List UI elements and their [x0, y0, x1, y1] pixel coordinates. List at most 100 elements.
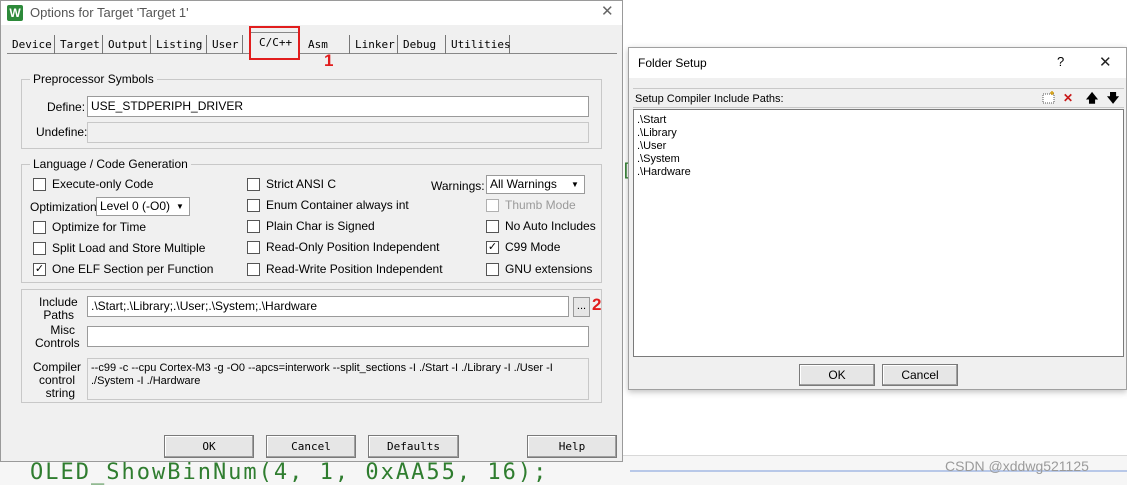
define-label: Define:: [47, 100, 86, 114]
no-auto-includes-checkbox[interactable]: No Auto Includes: [486, 218, 596, 234]
include-paths-header-label: Setup Compiler Include Paths:: [635, 93, 784, 105]
tab-target[interactable]: Target: [55, 35, 103, 54]
enum-container-label: Enum Container always int: [266, 198, 409, 212]
define-field[interactable]: USE_STDPERIPH_DRIVER: [87, 96, 589, 117]
plain-char-signed-checkbox[interactable]: Plain Char is Signed: [247, 218, 375, 234]
ok-button[interactable]: OK: [164, 435, 254, 458]
include-paths-browse-button[interactable]: ...: [573, 297, 590, 317]
split-load-store-checkbox[interactable]: Split Load and Store Multiple: [33, 240, 205, 256]
optimization-value: Level 0 (-O0): [100, 199, 171, 213]
new-folder-icon[interactable]: [1041, 91, 1057, 106]
warnings-select[interactable]: All Warnings ▼: [486, 175, 585, 194]
string-label-line: string: [45, 386, 75, 400]
checkbox-box: [33, 177, 46, 191]
tab-device[interactable]: Device: [7, 35, 55, 54]
folder-setup-title-bar: Folder Setup ? ✕: [629, 48, 1126, 78]
chevron-down-icon: ▼: [176, 202, 184, 211]
move-down-icon[interactable]: 🡇: [1105, 91, 1121, 106]
editor-code-line: OLED_ShowBinNum(4, 1, 0xAA55, 16);: [30, 460, 549, 485]
optimize-time-checkbox[interactable]: Optimize for Time: [33, 219, 146, 235]
strict-ansi-label: Strict ANSI C: [266, 177, 337, 191]
checkbox-box: [486, 219, 499, 233]
split-load-store-label: Split Load and Store Multiple: [52, 241, 206, 255]
include-paths-field[interactable]: .\Start;.\Library;.\User;.\System;.\Hard…: [87, 296, 569, 317]
check-mark-icon: ✓: [33, 262, 46, 276]
c99-mode-checkbox[interactable]: ✓ C99 Mode: [486, 239, 560, 255]
close-icon[interactable]: ✕: [1099, 53, 1112, 71]
strict-ansi-checkbox[interactable]: Strict ANSI C: [247, 176, 336, 192]
list-item[interactable]: .\System: [637, 153, 1120, 166]
tab-user[interactable]: User: [207, 35, 243, 54]
tab-linker[interactable]: Linker: [350, 35, 398, 54]
one-elf-section-checkbox[interactable]: ✓ One ELF Section per Function: [33, 261, 213, 277]
checkbox-box: [247, 219, 260, 233]
warnings-label: Warnings:: [431, 179, 485, 193]
thumb-mode-checkbox: Thumb Mode: [486, 197, 576, 213]
cancel-button[interactable]: Cancel: [266, 435, 356, 458]
enum-container-checkbox[interactable]: Enum Container always int: [247, 197, 409, 213]
help-button[interactable]: Help: [527, 435, 617, 458]
keil-app-icon: W: [7, 5, 23, 21]
check-mark-icon: ✓: [486, 240, 499, 254]
options-for-target-dialog: W Options for Target 'Target 1' ✕ Device…: [0, 0, 623, 462]
misc-controls-field[interactable]: [87, 326, 589, 347]
tab-debug[interactable]: Debug: [398, 35, 446, 54]
tab-strip: Device Target Output Listing User C/C++ …: [7, 32, 617, 54]
list-item[interactable]: .\Start: [637, 114, 1120, 127]
list-item[interactable]: .\Library: [637, 127, 1120, 140]
title-bar: W Options for Target 'Target 1' ✕: [1, 1, 622, 25]
list-item[interactable]: .\User: [637, 140, 1120, 153]
chevron-down-icon: ▼: [571, 180, 579, 189]
warnings-value: All Warnings: [490, 177, 557, 191]
thumb-mode-label: Thumb Mode: [505, 198, 576, 212]
move-up-icon[interactable]: 🡅: [1084, 91, 1100, 106]
tab-output[interactable]: Output: [103, 35, 151, 54]
language-group-title: Language / Code Generation: [30, 157, 191, 171]
defaults-button[interactable]: Defaults: [368, 435, 459, 458]
one-elf-section-label: One ELF Section per Function: [52, 262, 214, 276]
no-auto-includes-label: No Auto Includes: [505, 219, 596, 233]
help-icon[interactable]: ?: [1057, 54, 1064, 69]
paths-label-line: Paths: [43, 308, 74, 322]
gnu-extensions-label: GNU extensions: [505, 262, 593, 276]
execute-only-checkbox[interactable]: Execute-only Code: [33, 176, 153, 192]
include-paths-list[interactable]: .\Start .\Library .\User .\System .\Hard…: [633, 109, 1124, 357]
checkbox-box: [247, 262, 260, 276]
close-icon[interactable]: ✕: [601, 2, 614, 20]
c99-mode-label: C99 Mode: [505, 240, 561, 254]
rw-position-independent-checkbox[interactable]: Read-Write Position Independent: [247, 261, 443, 277]
folder-setup-cancel-button[interactable]: Cancel: [882, 364, 958, 386]
execute-only-label: Execute-only Code: [52, 177, 154, 191]
controls-label-line: Controls: [35, 336, 80, 350]
plain-char-signed-label: Plain Char is Signed: [266, 219, 375, 233]
compiler-control-string-label: Compiler control string: [33, 361, 81, 400]
folder-setup-title: Folder Setup: [638, 56, 707, 70]
watermark: CSDN @xddwg521125: [945, 458, 1089, 474]
folder-setup-dialog: Folder Setup ? ✕ Setup Compiler Include …: [628, 47, 1127, 390]
optimization-select[interactable]: Level 0 (-O0) ▼: [96, 197, 190, 216]
annotation-highlight-box: [249, 26, 300, 60]
delete-icon[interactable]: ✕: [1060, 91, 1076, 106]
gnu-extensions-checkbox[interactable]: GNU extensions: [486, 261, 592, 277]
dialog-title: Options for Target 'Target 1': [30, 5, 189, 20]
folder-setup-ok-button[interactable]: OK: [799, 364, 875, 386]
misc-controls-label: Misc Controls: [35, 324, 80, 350]
tab-utilities[interactable]: Utilities: [446, 35, 511, 54]
ro-position-independent-checkbox[interactable]: Read-Only Position Independent: [247, 239, 439, 255]
compiler-control-string-field[interactable]: --c99 -c --cpu Cortex-M3 -g -O0 --apcs=i…: [87, 358, 589, 400]
checkbox-box: [247, 177, 260, 191]
undefine-field[interactable]: [87, 122, 589, 143]
undefine-label: Undefine:: [36, 125, 88, 139]
ro-position-independent-label: Read-Only Position Independent: [266, 240, 440, 254]
optimization-label: Optimization:: [30, 200, 101, 214]
checkbox-box: [486, 262, 499, 276]
checkbox-box: [486, 198, 499, 212]
rw-position-independent-label: Read-Write Position Independent: [266, 262, 443, 276]
list-item[interactable]: .\Hardware: [637, 166, 1120, 179]
checkbox-box: [33, 220, 46, 234]
optimize-time-label: Optimize for Time: [52, 220, 147, 234]
checkbox-box: [247, 240, 260, 254]
preprocessor-group-title: Preprocessor Symbols: [30, 72, 157, 86]
tab-listing[interactable]: Listing: [151, 35, 207, 54]
checkbox-box: [247, 198, 260, 212]
